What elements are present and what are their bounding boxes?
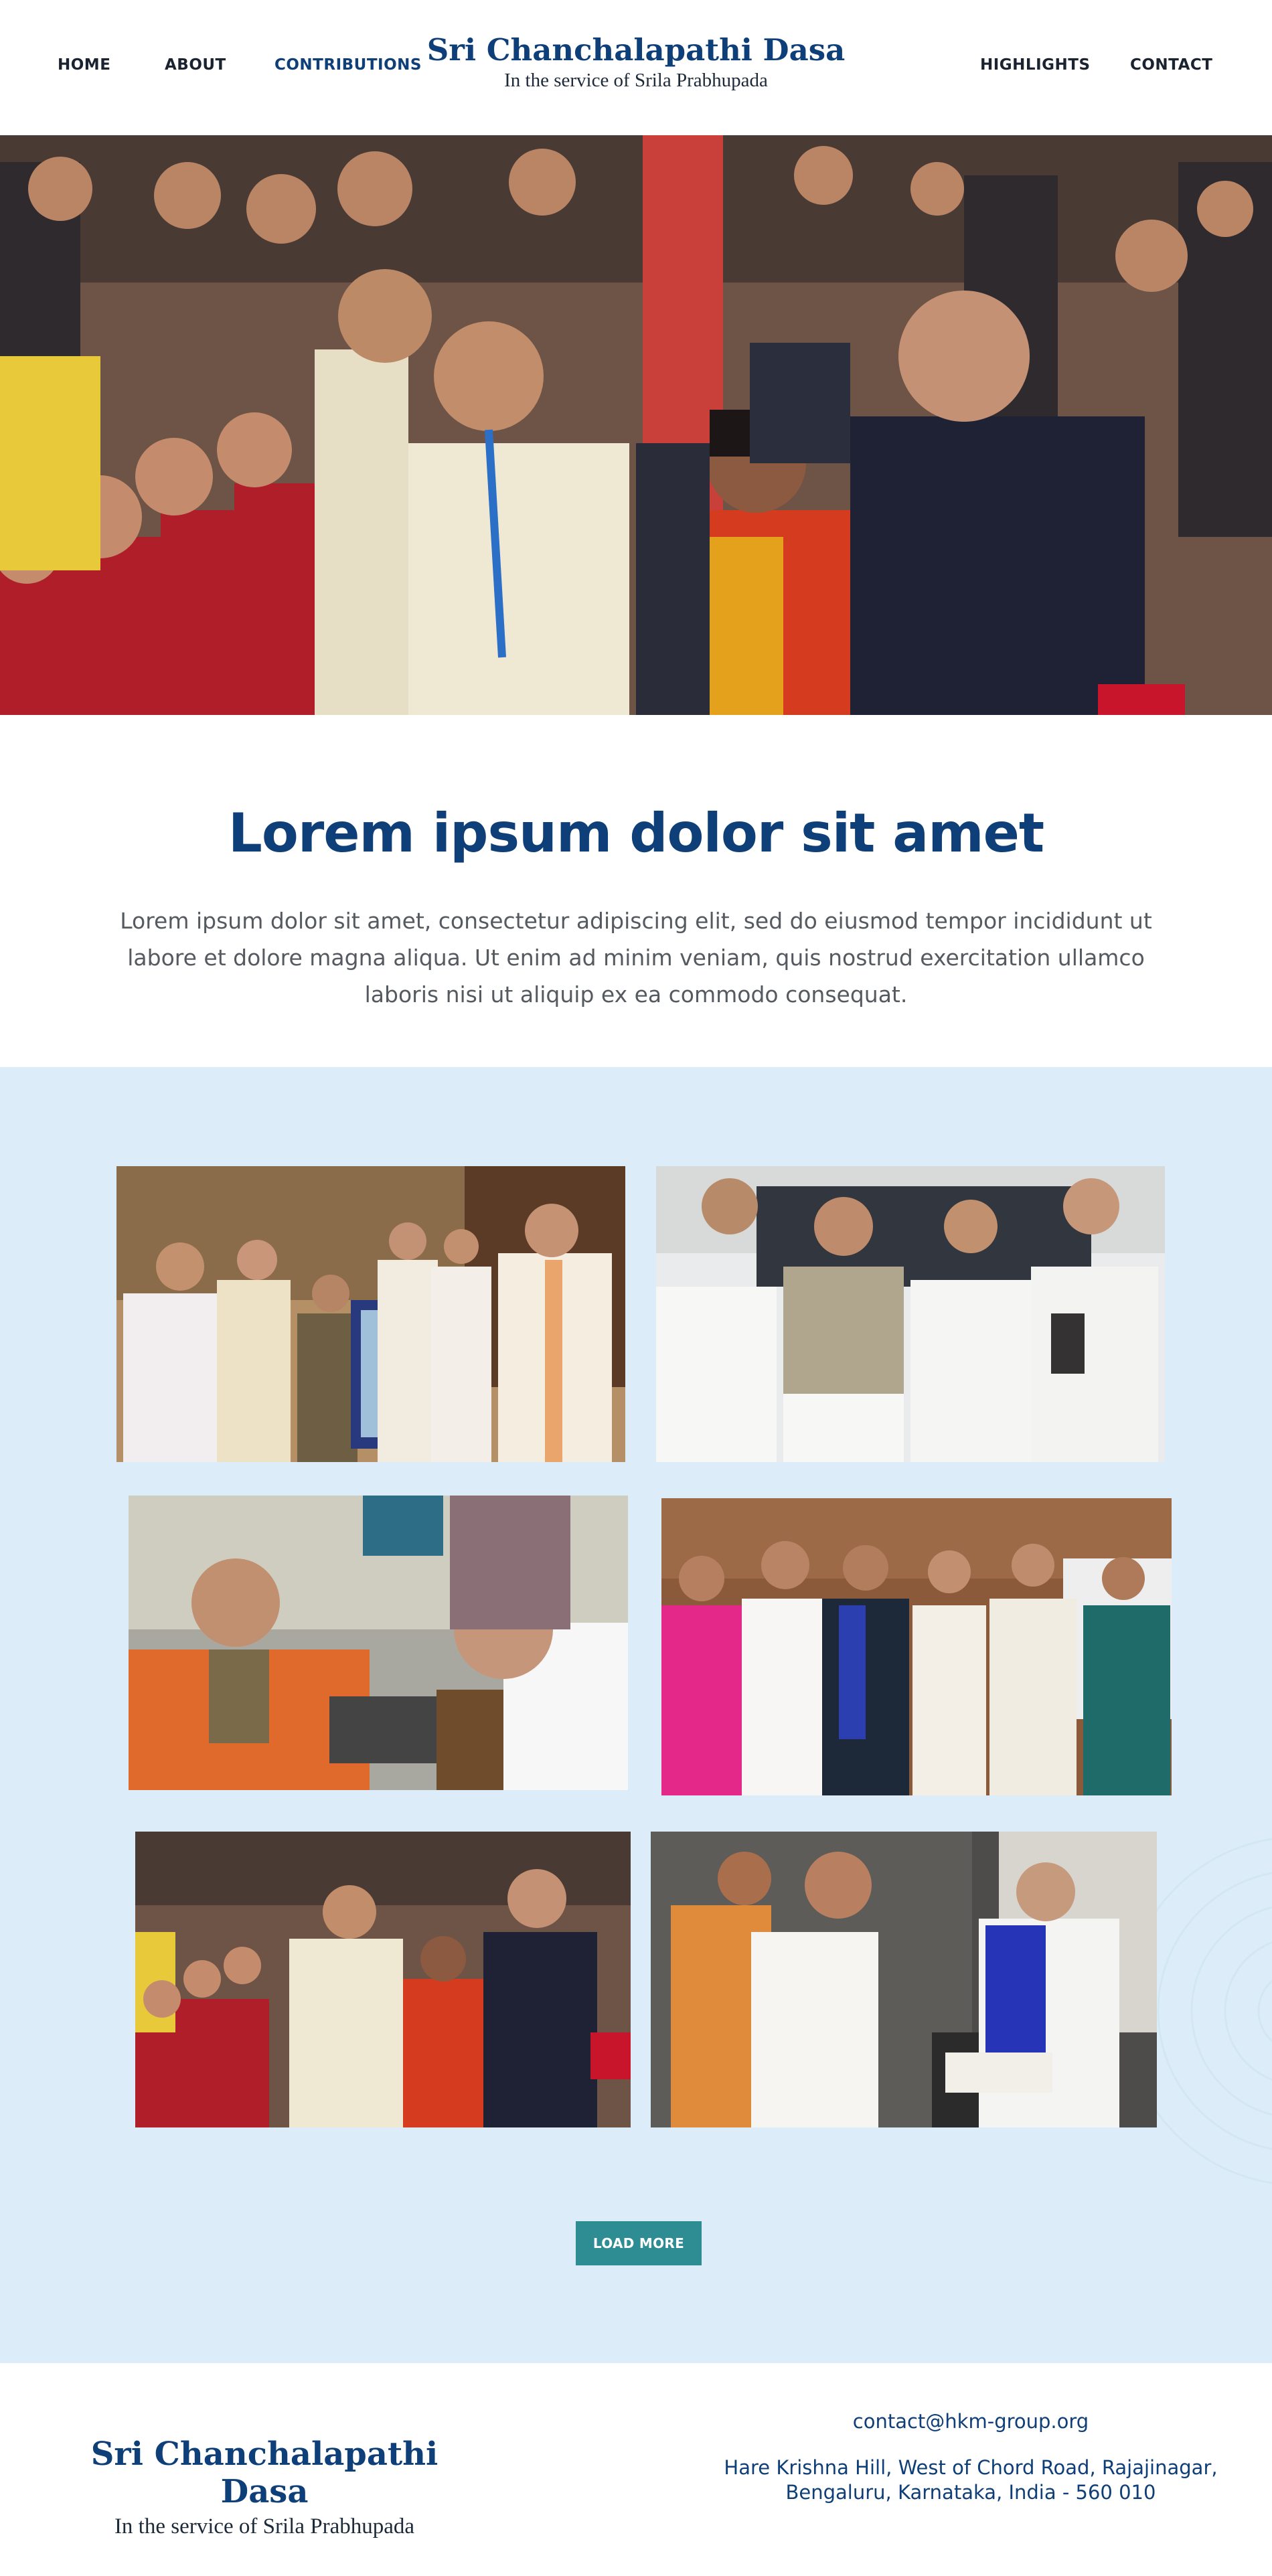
photo-image	[116, 1166, 625, 1462]
site-header: HOME ABOUT CONTRIBUTIONS Sri Chanchalapa…	[0, 0, 1272, 135]
hero-image	[0, 135, 1272, 715]
gallery-photo-6[interactable]	[651, 1832, 1157, 2127]
gallery-photo-3[interactable]	[129, 1496, 628, 1790]
gallery-photo-4[interactable]	[661, 1498, 1172, 1795]
photo-image	[661, 1498, 1172, 1795]
footer-email-link[interactable]: contact@hkm-group.org	[696, 2410, 1245, 2433]
footer-logo[interactable]: Sri Chanchalapathi Dasa In the service o…	[60, 2435, 469, 2539]
photo-image	[135, 1832, 631, 2127]
gallery-photo-5[interactable]	[135, 1832, 631, 2127]
intro-title: Lorem ipsum dolor sit amet	[228, 802, 1044, 864]
photo-image	[651, 1832, 1157, 2127]
footer-address: Hare Krishna Hill, West of Chord Road, R…	[696, 2456, 1245, 2505]
nav-contact[interactable]: CONTACT	[1130, 56, 1212, 74]
address-line-1: Hare Krishna Hill, West of Chord Road, R…	[724, 2456, 1218, 2479]
photo-image	[129, 1496, 628, 1790]
footer-contact: contact@hkm-group.org Hare Krishna Hill,…	[696, 2410, 1245, 2505]
photo-gallery: LOAD MORE	[0, 1067, 1272, 2363]
hero-photo	[0, 135, 1272, 715]
address-line-2: Bengaluru, Karnataka, India - 560 010	[785, 2481, 1156, 2504]
gallery-photo-2[interactable]	[656, 1166, 1165, 1462]
intro-body: Lorem ipsum dolor sit amet, consectetur …	[120, 908, 1152, 1008]
intro-section: Lorem ipsum dolor sit amet Lorem ipsum d…	[0, 715, 1272, 1067]
gallery-photo-1[interactable]	[116, 1166, 625, 1462]
footer-brand-tagline: In the service of Srila Prabhupada	[114, 2514, 415, 2539]
load-more-button[interactable]: LOAD MORE	[576, 2221, 702, 2265]
nav-highlights[interactable]: HIGHLIGHTS	[980, 56, 1091, 74]
site-footer: Sri Chanchalapathi Dasa In the service o…	[0, 2363, 1272, 2576]
photo-image	[656, 1166, 1165, 1462]
footer-brand-name: Sri Chanchalapathi Dasa	[90, 2435, 439, 2510]
